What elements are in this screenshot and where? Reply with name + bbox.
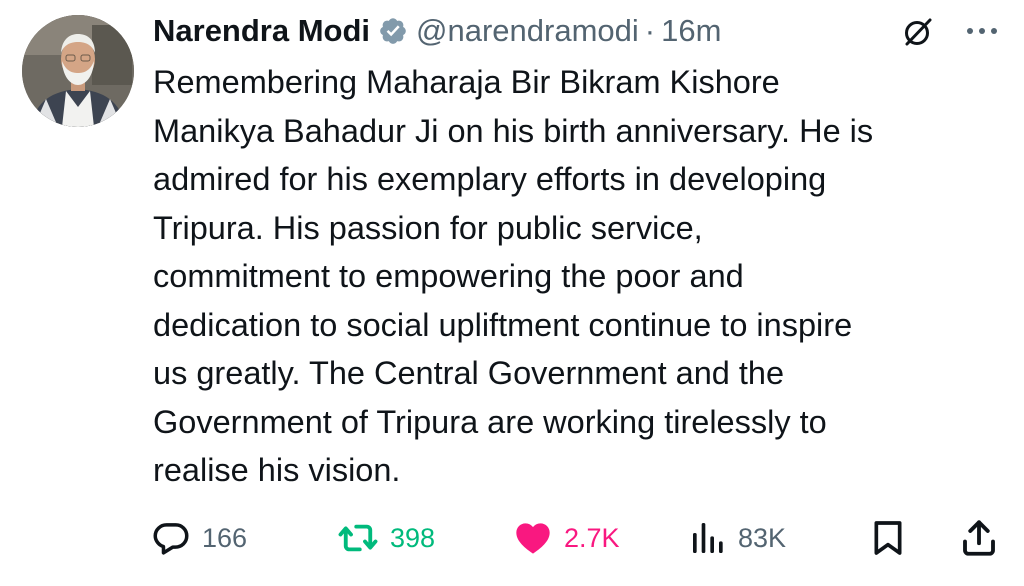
like-button[interactable]: 2.7K [512,516,620,560]
author-handle[interactable]: @narendramodi [416,13,639,49]
bookmark-button[interactable] [868,516,908,560]
repost-count: 398 [390,522,436,553]
views-count: 83K [738,522,787,553]
tweet-line: Remembering Maharaja Bir Bikram Kishore [153,64,780,100]
views-icon [688,518,728,558]
tweet-line: Tripura. His passion for public service, [153,209,703,246]
more-icon[interactable] [960,16,1004,46]
share-icon [958,517,1000,559]
tweet-line: admired for his exemplary efforts in dev… [153,161,827,197]
author-name[interactable]: Narendra Modi [153,13,370,49]
tweet-line: us greatly. The Central Government and t… [153,355,785,391]
tweet-line: dedication to social upliftment continue… [153,306,853,343]
share-button[interactable] [958,516,1000,560]
tweet-line: commitment to empowering the poor and [153,258,744,294]
avatar[interactable] [22,15,134,127]
tweet-line: Government of Tripura are working tirele… [153,403,827,440]
timestamp[interactable]: 16m [661,13,721,49]
reply-icon [150,517,192,559]
tweet-line: Manikya Bahadur Ji on his birth annivers… [153,112,874,149]
profile-photo [22,15,134,127]
bookmark-icon [868,517,908,559]
reply-count: 166 [202,522,248,553]
grok-icon[interactable] [900,14,936,50]
views-button[interactable]: 83K [688,516,786,560]
repost-button[interactable]: 398 [336,516,435,560]
like-count: 2.7K [564,522,620,553]
tweet-text: Remembering Maharaja Bir Bikram Kishore … [153,58,1013,495]
tweet-line: realise his vision. [153,452,401,488]
repost-icon [336,517,380,559]
heart-icon [512,518,554,558]
verified-badge-icon [378,16,408,46]
separator-dot: · [644,13,656,48]
tweet-header: Narendra Modi @narendramodi · 16m [153,10,721,52]
reply-button[interactable]: 166 [150,516,247,560]
action-bar: 166 398 2.7K 83K [150,516,1020,560]
